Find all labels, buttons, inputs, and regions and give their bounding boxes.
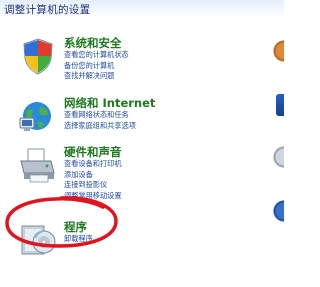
link-view-computer-status[interactable]: 查看您的计算机状态: [64, 50, 129, 61]
link-homegroup-sharing[interactable]: 选择家庭组和共享选项: [64, 121, 155, 132]
category-text-block: 硬件和声音 查看设备和打印机 添加设备 连接到投影仪 调整常用移动设置: [64, 145, 122, 201]
link-devices-printers[interactable]: 查看设备和打印机: [64, 159, 122, 170]
link-find-fix-problems[interactable]: 查找并解决问题: [64, 71, 129, 82]
category-hardware-sound: 硬件和声音 查看设备和打印机 添加设备 连接到投影仪 调整常用移动设置: [18, 145, 218, 211]
category-title-network-internet[interactable]: 网络和 Internet: [64, 96, 155, 110]
link-connect-projector[interactable]: 连接到投影仪: [64, 180, 122, 191]
link-view-network-status[interactable]: 查看网络状态和任务: [64, 110, 155, 121]
category-text-block: 程序 卸载程序: [64, 220, 93, 245]
printer-icon[interactable]: [18, 145, 58, 185]
category-title-system-security[interactable]: 系统和安全: [64, 36, 129, 50]
ease-of-access-icon[interactable]: [272, 200, 284, 222]
category-programs: 程序 卸载程序: [18, 220, 138, 260]
control-panel-window: 调整计算机的设置 系统和安全 查看您的计算机状态 备份您的计算机 查找并解决问题: [0, 0, 284, 287]
page-title: 调整计算机的设置: [4, 4, 91, 16]
category-title-hardware-sound[interactable]: 硬件和声音: [64, 145, 122, 159]
category-text-block: 系统和安全 查看您的计算机状态 备份您的计算机 查找并解决问题: [64, 36, 129, 82]
category-network-internet: 网络和 Internet 查看网络状态和任务 选择家庭组和共享选项: [18, 96, 238, 142]
link-backup-computer[interactable]: 备份您的计算机: [64, 61, 129, 72]
user-accounts-icon[interactable]: [272, 40, 284, 62]
link-add-device[interactable]: 添加设备: [64, 170, 122, 181]
link-uninstall-program[interactable]: 卸载程序: [64, 234, 93, 245]
programs-disc-icon[interactable]: [18, 220, 58, 260]
clock-region-icon[interactable]: [272, 146, 284, 168]
category-text-block: 网络和 Internet 查看网络状态和任务 选择家庭组和共享选项: [64, 96, 155, 131]
link-mobility-settings[interactable]: 调整常用移动设置: [64, 191, 122, 202]
network-globe-icon[interactable]: [18, 96, 58, 136]
category-system-security: 系统和安全 查看您的计算机状态 备份您的计算机 查找并解决问题: [18, 36, 218, 92]
appearance-icon[interactable]: [276, 94, 284, 116]
shield-icon[interactable]: [18, 36, 58, 76]
category-title-programs[interactable]: 程序: [64, 220, 93, 234]
